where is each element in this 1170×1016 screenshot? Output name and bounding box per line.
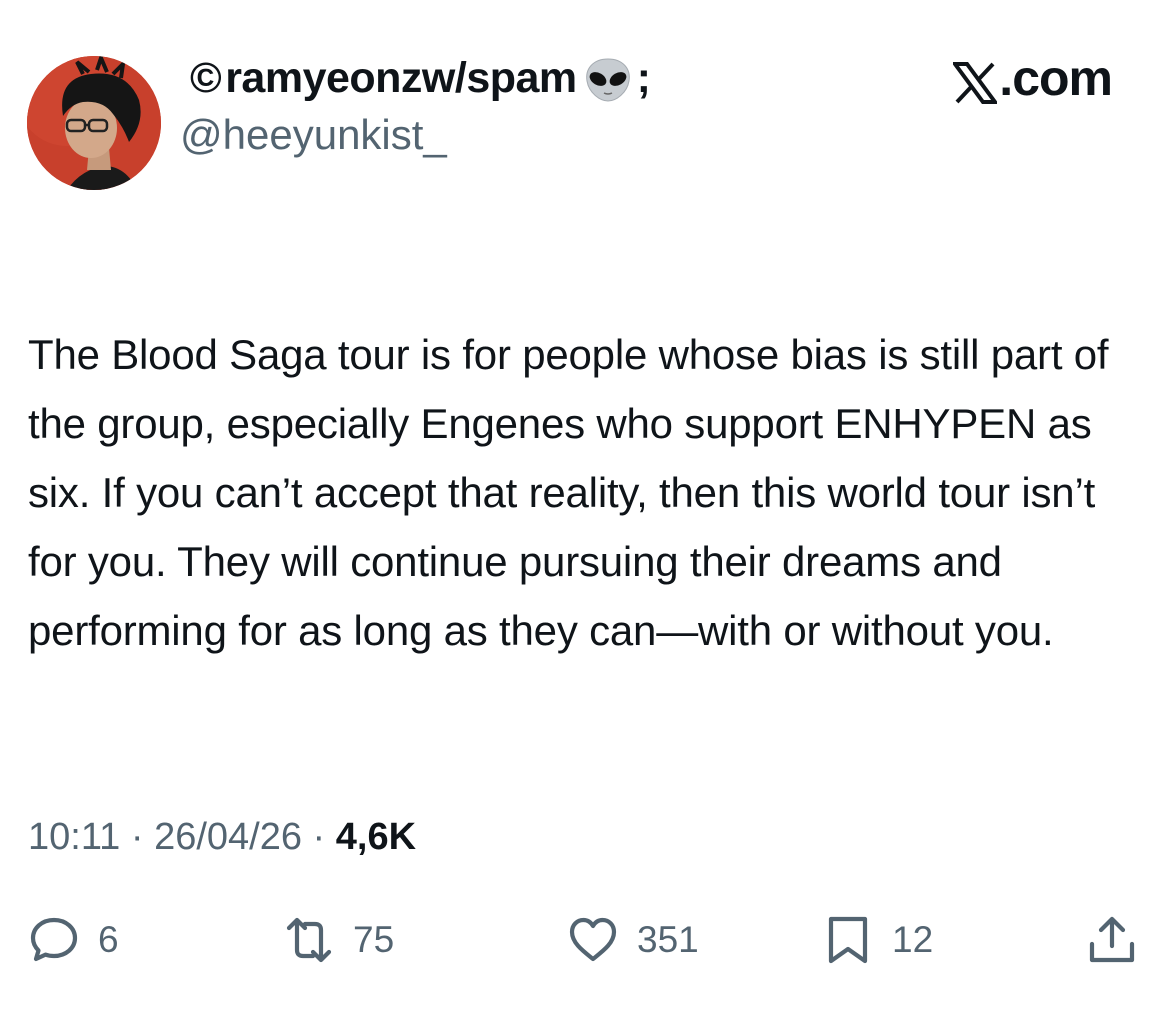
view-count: 4,6K bbox=[335, 816, 417, 858]
x-brand: .com bbox=[951, 50, 1113, 106]
bookmark-button[interactable]: 12 bbox=[822, 910, 933, 970]
action-bar: 6 75 351 12 bbox=[0, 910, 1170, 970]
display-name[interactable]: © ramyeonzw/spam ; bbox=[190, 52, 651, 104]
bookmark-icon bbox=[828, 916, 868, 964]
reply-button[interactable]: 6 bbox=[28, 910, 119, 970]
tweet-date[interactable]: 26/04/26 bbox=[154, 816, 302, 858]
tweet-time[interactable]: 10:11 bbox=[28, 816, 120, 858]
tweet-text: The Blood Saga tour is for people whose … bbox=[28, 331, 1109, 654]
avatar[interactable] bbox=[27, 56, 161, 190]
name-suffix: ; bbox=[636, 54, 651, 102]
reply-count: 6 bbox=[98, 919, 119, 960]
bookmark-count: 12 bbox=[892, 919, 934, 960]
tweet-meta: 10:11 · 26/04/26 · 4,6K bbox=[28, 812, 416, 862]
meta-separator: · bbox=[301, 816, 336, 858]
reply-icon bbox=[30, 917, 78, 962]
copyright-symbol: © bbox=[190, 54, 222, 102]
heart-icon bbox=[569, 917, 617, 962]
like-button[interactable]: 351 bbox=[567, 910, 699, 970]
user-handle[interactable]: @heeyunkist_ bbox=[180, 110, 447, 160]
share-icon bbox=[1089, 916, 1135, 963]
brand-label: .com bbox=[999, 50, 1113, 106]
x-logo-icon bbox=[951, 59, 1000, 104]
meta-separator: · bbox=[120, 816, 155, 858]
share-button[interactable] bbox=[1086, 910, 1138, 970]
repost-button[interactable]: 75 bbox=[283, 910, 394, 970]
tweet-card: © ramyeonzw/spam ; @heeyunkist_ .com The… bbox=[0, 0, 1170, 1016]
like-count: 351 bbox=[637, 919, 699, 960]
repost-icon bbox=[286, 917, 332, 963]
display-name-text: ramyeonzw/spam bbox=[225, 54, 577, 102]
alien-icon bbox=[583, 57, 633, 103]
repost-count: 75 bbox=[353, 919, 395, 960]
